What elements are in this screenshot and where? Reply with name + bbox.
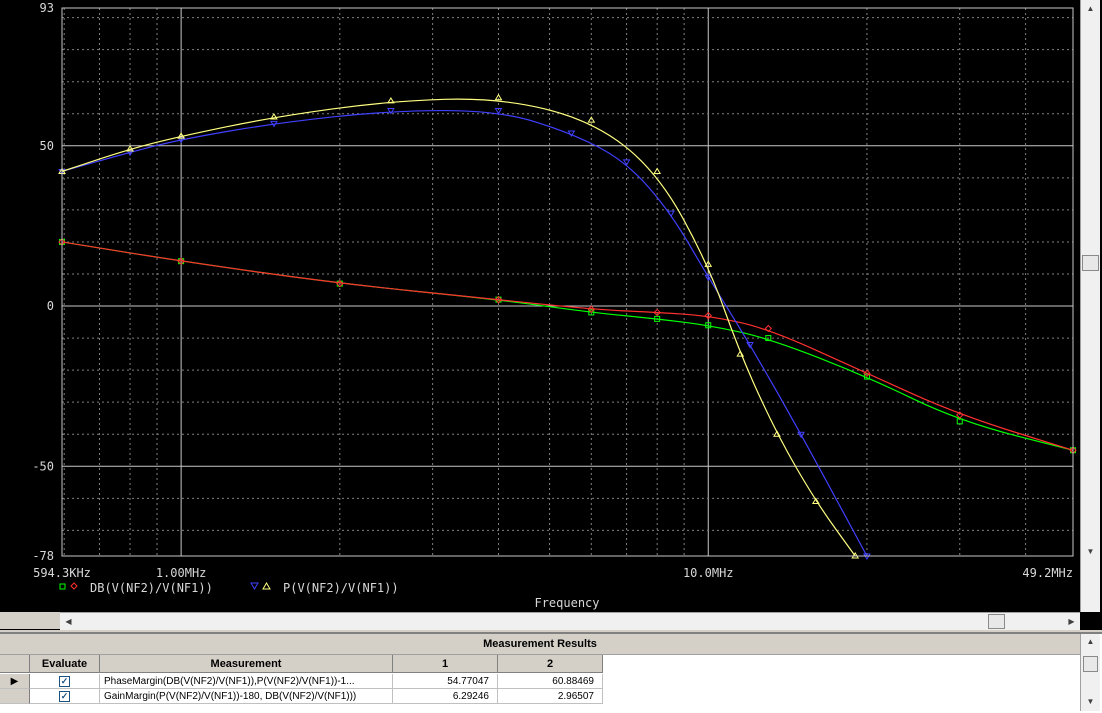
legend-marker-triangle-up — [262, 582, 271, 590]
checkbox-checked-icon[interactable]: ✓ — [59, 676, 70, 687]
scroll-down-arrow-icon[interactable]: ▼ — [1081, 694, 1100, 709]
measurement-expression[interactable]: GainMargin(P(V(NF2)/V(NF1))-180, DB(V(NF… — [100, 689, 393, 704]
measurement-expression[interactable]: PhaseMargin(DB(V(NF2)/V(NF1)),P(V(NF2)/V… — [100, 674, 393, 689]
y-tick-label: 0 — [47, 299, 54, 313]
plot-frame — [61, 7, 1074, 557]
column-header-measurement[interactable]: Measurement — [100, 655, 393, 673]
scroll-corner — [0, 612, 60, 629]
measurement-value-2: 60.88469 — [498, 674, 603, 689]
evaluate-cell[interactable]: ✓ — [30, 674, 100, 689]
column-header-evaluate[interactable]: Evaluate — [30, 655, 100, 673]
series-line — [62, 241, 1073, 451]
row-pointer-icon[interactable]: ▶ — [0, 674, 30, 689]
scroll-left-arrow-icon[interactable]: ◀ — [60, 613, 77, 630]
x-tick-label: 10.0MHz — [683, 566, 734, 580]
plot-legend[interactable]: DB(V(NF2)/V(NF1)) P(V(NF2)/V(NF1)) — [59, 581, 399, 595]
legend-marker-triangle-down — [250, 582, 259, 590]
measurement-vertical-scrollbar[interactable]: ▲ ▼ — [1080, 634, 1100, 711]
row-header-corner — [0, 655, 30, 673]
measurement-results-panel: Measurement Results Evaluate Measurement… — [0, 632, 1102, 713]
plot-series — [58, 93, 1077, 560]
x-tick-label: 49.2MHz — [1022, 566, 1073, 580]
checkbox-checked-icon[interactable]: ✓ — [59, 691, 70, 702]
scroll-up-arrow-icon[interactable]: ▲ — [1081, 0, 1100, 17]
data-point — [653, 167, 662, 174]
scroll-right-arrow-icon[interactable]: ▶ — [1063, 613, 1080, 630]
x-axis-label: Frequency — [534, 596, 599, 610]
scroll-thumb[interactable] — [1082, 255, 1099, 271]
legend-marker-diamond — [70, 582, 78, 590]
measurement-value-2: 2.96507 — [498, 689, 603, 704]
data-point — [773, 430, 781, 437]
x-tick-label: 594.3KHz — [33, 566, 91, 580]
plot-vertical-scrollbar[interactable]: ▲ ▼ — [1080, 0, 1100, 612]
probe-plot-window[interactable]: 93 50 0 -50 -78 594.3KHz 1.00MHz 10.0MHz 49.2MHz… — [0, 0, 1102, 630]
legend-marker-square — [59, 583, 66, 590]
legend-item: DB(V(NF2)/V(NF1)) — [59, 581, 213, 595]
y-tick-label: -50 — [32, 459, 54, 473]
scroll-thumb[interactable] — [1083, 656, 1098, 672]
row-header[interactable] — [0, 689, 30, 704]
y-tick-label: -78 — [32, 549, 54, 563]
legend-label: DB(V(NF2)/V(NF1)) — [90, 581, 213, 595]
column-header-2[interactable]: 2 — [498, 655, 603, 673]
plot-canvas[interactable]: 93 50 0 -50 -78 594.3KHz 1.00MHz 10.0MHz 49.2MHz… — [0, 0, 1080, 612]
column-header-1[interactable]: 1 — [393, 655, 498, 673]
data-point — [811, 497, 820, 505]
plot-grid — [62, 8, 1073, 556]
x-tick-label: 1.00MHz — [156, 566, 207, 580]
legend-label: P(V(NF2)/V(NF1)) — [283, 581, 399, 595]
series-line — [62, 241, 1073, 451]
evaluate-cell[interactable]: ✓ — [30, 689, 100, 704]
plot-horizontal-scrollbar[interactable]: ◀ ▶ — [60, 612, 1080, 630]
measurement-results-title: Measurement Results — [0, 634, 1080, 655]
measurement-value-1: 54.77047 — [393, 674, 498, 689]
measurement-value-1: 6.29246 — [393, 689, 498, 704]
y-tick-label: 50 — [40, 139, 54, 153]
scroll-up-arrow-icon[interactable]: ▲ — [1081, 634, 1100, 649]
scroll-down-arrow-icon[interactable]: ▼ — [1081, 543, 1100, 560]
data-point — [736, 350, 745, 357]
legend-item: P(V(NF2)/V(NF1)) — [250, 581, 399, 595]
scroll-thumb[interactable] — [988, 614, 1005, 629]
y-tick-label: 93 — [40, 1, 54, 15]
